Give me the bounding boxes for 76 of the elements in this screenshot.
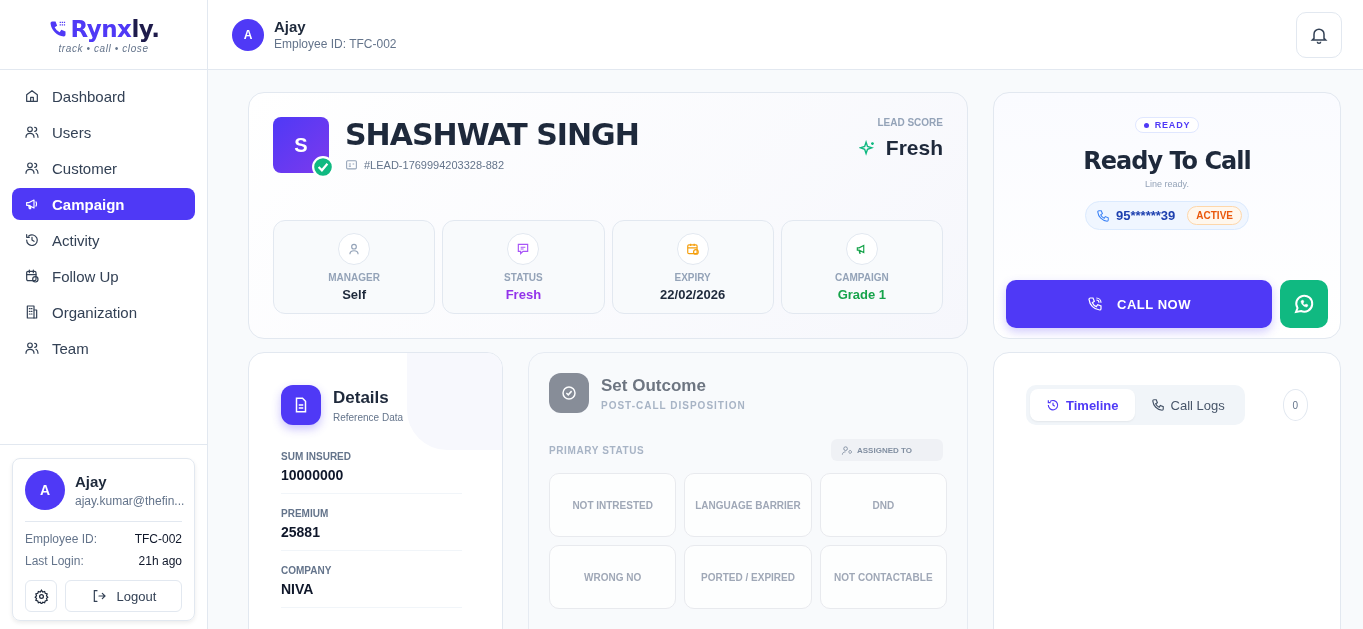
field-value: 25881 [281,524,321,540]
avatar: A [232,18,264,51]
nav-item[interactable]: Follow Up [12,260,195,292]
avatar: A [25,470,65,510]
lead-score: Fresh [885,136,943,160]
field-label: SUM INSURED [281,451,352,462]
nav-item[interactable]: Users [12,116,195,148]
stat-icon [338,233,371,265]
chat-icon [1292,292,1316,316]
stat-label: STATUS [504,272,543,283]
lead-id: #LEAD-1769994203328-882 [364,158,505,171]
stat-value: 22/02/2026 [660,287,726,302]
brand-tagline: track • call • close [58,42,149,54]
details-title: Details [333,387,390,408]
nav-item[interactable]: Team [12,332,195,364]
home-icon [24,88,40,104]
stat-icon [845,233,878,265]
section-label: PRIMARY STATUS [549,444,645,456]
chat-button[interactable] [1280,280,1328,328]
info-label: Last Login: [25,554,84,568]
sparkle-icon [858,139,876,157]
stat-label: CAMPAIGN [835,272,889,283]
field-value: NIVA [281,581,315,597]
info-label: Employee ID: [25,532,98,546]
stat-label: EXPIRY [674,272,711,283]
dialer-title: Ready To Call [1083,147,1251,175]
tab[interactable]: Timeline [1030,389,1135,421]
info-value: 21h ago [138,554,182,568]
tab[interactable]: Call Logs [1134,389,1241,421]
phone-icon [1096,208,1110,223]
info-value: TFC-002 [134,532,182,546]
phone-icon [1087,296,1104,312]
details-subtitle: Reference Data [333,411,404,423]
nav-item[interactable]: Organization [12,296,195,328]
score-label: LEAD SCORE [877,117,943,128]
lead-name: SHASHWAT SINGH [345,117,640,152]
calendar-icon [24,268,40,284]
nav-item[interactable]: Activity [12,224,195,256]
stat-value: Grade 1 [837,287,887,302]
stat-icon [676,233,709,265]
active-badge: ACTIVE [1187,206,1242,225]
phone-number: 95******39 [1116,208,1176,223]
nav-item[interactable]: Campaign [12,188,195,220]
stat-value: Self [342,287,367,302]
status-badge: READY [1134,117,1200,133]
nav-item[interactable]: Dashboard [12,80,195,112]
settings-button[interactable] [25,580,57,612]
users-icon [24,124,40,140]
employee-id: Employee ID: TFC-002 [274,37,398,51]
logout-button[interactable]: Logout [65,580,182,612]
profile-name: Ajay [75,472,108,490]
history-icon [24,232,40,248]
profile-email: ajay.kumar@thefin... [75,493,182,508]
user-name: Ajay [274,18,307,35]
history-icon [1046,398,1060,412]
stat-icon [507,233,540,265]
id-card-icon [345,158,358,171]
outcome-subtitle: POST-CALL DISPOSITION [601,399,746,411]
users-icon [24,160,40,176]
field-value: 10000000 [281,467,345,483]
notification-button[interactable] [1296,11,1342,58]
settings-icon [33,588,49,604]
brand-name: Rynxly. [70,15,160,42]
dialer-subtitle: Line ready. [1145,179,1189,189]
check-icon [549,373,589,413]
field-label: COMPANY [281,565,333,576]
nav-item[interactable]: Customer [12,152,195,184]
users-icon [24,340,40,356]
building-icon [24,304,40,320]
stat-value: Fresh [505,287,542,302]
outcome-title: Set Outcome [601,375,707,396]
phone-icon [1150,398,1165,412]
document-icon [281,385,321,425]
call-now-button[interactable]: CALL NOW [1006,280,1272,328]
stat-label: MANAGER [328,272,380,283]
field-label: PREMIUM [281,508,330,519]
